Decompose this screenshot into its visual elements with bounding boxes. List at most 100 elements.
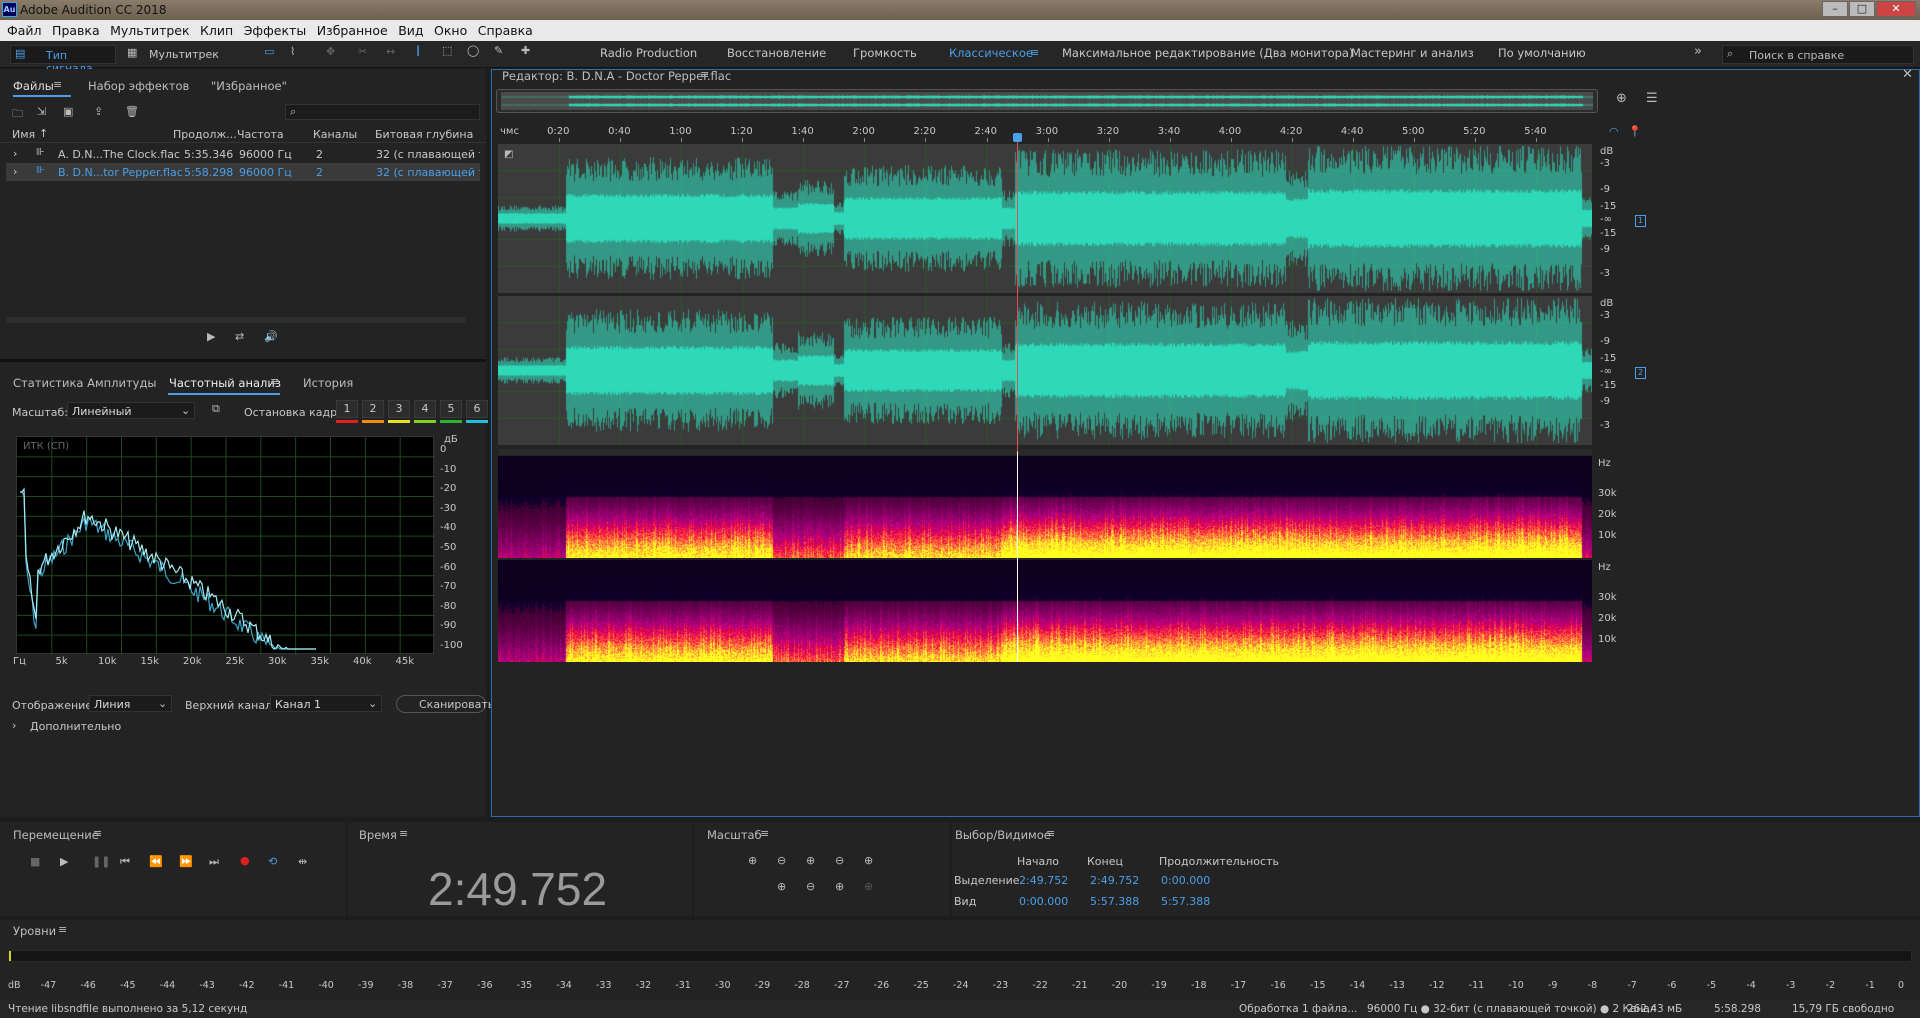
tab-effects-rack[interactable]: Набор эффектов: [88, 79, 189, 93]
headphone-icon[interactable]: ◠: [1609, 125, 1619, 138]
view-end[interactable]: 5:57.388: [1090, 895, 1139, 908]
selection-menu-icon[interactable]: ≡: [1046, 827, 1055, 840]
menu-file[interactable]: Файл: [7, 20, 42, 38]
analysis-menu-icon[interactable]: ≡: [270, 375, 279, 388]
menu-edit[interactable]: Правка: [52, 20, 100, 38]
selection-start[interactable]: 2:49.752: [1019, 874, 1068, 887]
workspace-radio-production[interactable]: Radio Production: [600, 46, 697, 60]
files-menu-icon[interactable]: ≡: [53, 78, 62, 91]
channel-select[interactable]: Канал 1 ⌄: [270, 695, 382, 712]
new-file-icon[interactable]: ▣: [63, 105, 73, 118]
files-scrollbar[interactable]: [6, 317, 466, 323]
spectral-channel-1[interactable]: [498, 456, 1592, 558]
healing-tool-icon[interactable]: ✚: [521, 44, 530, 57]
playhead-handle[interactable]: [1012, 133, 1022, 142]
view-duration[interactable]: 5:57.388: [1161, 895, 1210, 908]
skip-forward-icon[interactable]: ⏭: [209, 855, 219, 869]
zoom-in-time-icon[interactable]: ⊕: [806, 854, 815, 867]
channel-1-toggle[interactable]: 1: [1635, 215, 1646, 227]
zoom-in-point-icon[interactable]: ⊕: [777, 880, 786, 893]
marker-pin-icon[interactable]: 📍: [1628, 125, 1642, 138]
workspace-menu-icon[interactable]: ≡: [1030, 46, 1039, 59]
hud-icon[interactable]: ◩: [504, 149, 513, 160]
spectral-view-icon[interactable]: ▭: [264, 45, 274, 58]
waveform-channel-1[interactable]: ◩: [498, 144, 1592, 293]
slip-tool-icon[interactable]: ↔: [386, 45, 395, 58]
freeze-copy-icon[interactable]: ⧉: [212, 402, 220, 416]
minimize-button[interactable]: –: [1822, 1, 1848, 17]
transport-menu-icon[interactable]: ≡: [93, 827, 102, 840]
freeze-button-6[interactable]: 6: [466, 400, 488, 418]
workspace-classic[interactable]: Классическое: [949, 46, 1033, 60]
skip-selection-icon[interactable]: ⇹: [298, 855, 307, 868]
expand-icon[interactable]: ›: [13, 147, 17, 160]
close-button[interactable]: ✕: [1876, 1, 1916, 17]
time-selection-tool-icon[interactable]: I: [416, 44, 420, 60]
col-duration[interactable]: Продолж...: [173, 128, 237, 141]
more-workspaces-icon[interactable]: »: [1694, 44, 1702, 59]
time-display[interactable]: 2:49.752: [428, 862, 607, 916]
col-name[interactable]: Имя: [12, 128, 35, 141]
loop-icon[interactable]: ⇄: [235, 330, 244, 343]
view-divider[interactable]: [498, 449, 1592, 455]
zoom-in-right-icon[interactable]: ⊕: [864, 880, 873, 893]
help-search-input[interactable]: ⌕ Поиск в справке: [1722, 45, 1914, 64]
menu-clip[interactable]: Клип: [200, 20, 233, 38]
col-depth[interactable]: Битовая глубина: [375, 128, 473, 141]
file-row[interactable]: › ⊪ A. D.N...The Clock.flac 5:35.346 960…: [0, 145, 480, 163]
lasso-tool-icon[interactable]: ◯: [467, 44, 479, 57]
overview-bar[interactable]: [496, 89, 1598, 113]
freeze-button-4[interactable]: 4: [414, 400, 436, 418]
freeze-button-5[interactable]: 5: [440, 400, 462, 418]
col-channels[interactable]: Каналы: [313, 128, 357, 141]
menu-favorites[interactable]: Избранное: [317, 20, 388, 38]
workspace-mastering[interactable]: Мастеринг и анализ: [1351, 46, 1474, 60]
file-row-selected[interactable]: › ⊪ B. D.N...tor Pepper.flac 5:58.298 96…: [6, 163, 480, 181]
selection-duration[interactable]: 0:00.000: [1161, 874, 1210, 887]
workspace-default[interactable]: По умолчанию: [1498, 46, 1586, 60]
multitrack-view-button[interactable]: ▦ Мультитрек: [125, 45, 225, 64]
time-menu-icon[interactable]: ≡: [399, 827, 408, 840]
menu-help[interactable]: Справка: [478, 20, 533, 38]
editor-menu-icon[interactable]: ≡: [700, 68, 709, 81]
stop-icon[interactable]: ■: [30, 855, 40, 868]
fast-forward-icon[interactable]: ⏩: [179, 855, 193, 868]
maximize-button[interactable]: □: [1849, 1, 1875, 17]
tab-amplitude-stats[interactable]: Статистика Амплитуды: [13, 376, 157, 390]
zoom-out-amplitude-icon[interactable]: ⊖: [777, 854, 786, 867]
waveform-view-button[interactable]: ▤ Тип сигнала: [10, 45, 116, 75]
menu-effects[interactable]: Эффекты: [244, 20, 307, 38]
tab-frequency-analysis[interactable]: Частотный анализ: [169, 376, 281, 390]
menu-view[interactable]: Вид: [398, 20, 423, 38]
scale-select[interactable]: Линейный ⌄: [67, 402, 195, 419]
workspace-loudness[interactable]: Громкость: [853, 46, 917, 60]
open-file-icon[interactable]: 🗀: [12, 105, 23, 124]
play-icon[interactable]: ▶: [207, 330, 215, 343]
marquee-tool-icon[interactable]: ⬚: [442, 44, 452, 57]
record-icon[interactable]: ●: [240, 854, 250, 867]
zoom-in-amplitude-icon[interactable]: ⊕: [748, 854, 757, 867]
toggle-layout-icon[interactable]: ☰: [1646, 91, 1658, 106]
freeze-button-2[interactable]: 2: [362, 400, 384, 418]
levels-menu-icon[interactable]: ≡: [58, 923, 67, 936]
freeze-button-1[interactable]: 1: [336, 400, 358, 418]
insert-multitrack-icon[interactable]: ⇪: [94, 105, 103, 118]
channel-2-toggle[interactable]: 2: [1635, 367, 1646, 379]
frequency-plot[interactable]: ИТК (СП): [16, 436, 435, 655]
razor-tool-icon[interactable]: ✂: [358, 45, 367, 58]
rewind-icon[interactable]: ⏪: [149, 855, 163, 868]
zoom-to-selection-icon[interactable]: ⊕: [1616, 91, 1627, 106]
expand-icon[interactable]: ›: [13, 165, 17, 178]
loop-playback-icon[interactable]: ⟲: [268, 855, 277, 868]
col-rate[interactable]: Частота: [237, 128, 284, 141]
advanced-toggle[interactable]: Дополнительно: [30, 720, 121, 733]
zoom-menu-icon[interactable]: ≡: [760, 827, 769, 840]
move-tool-icon[interactable]: ✥: [326, 45, 335, 58]
files-search-input[interactable]: ⌕: [285, 104, 480, 120]
menu-multitrack[interactable]: Мультитрек: [110, 20, 189, 38]
zoom-to-selection-icon[interactable]: ⊕: [864, 854, 873, 867]
workspace-max-edit[interactable]: Максимальное редактирование (Два монитор…: [1062, 46, 1353, 60]
selection-end[interactable]: 2:49.752: [1090, 874, 1139, 887]
expand-icon[interactable]: ›: [12, 719, 16, 732]
zoom-out-full-icon[interactable]: ⊖: [835, 854, 844, 867]
